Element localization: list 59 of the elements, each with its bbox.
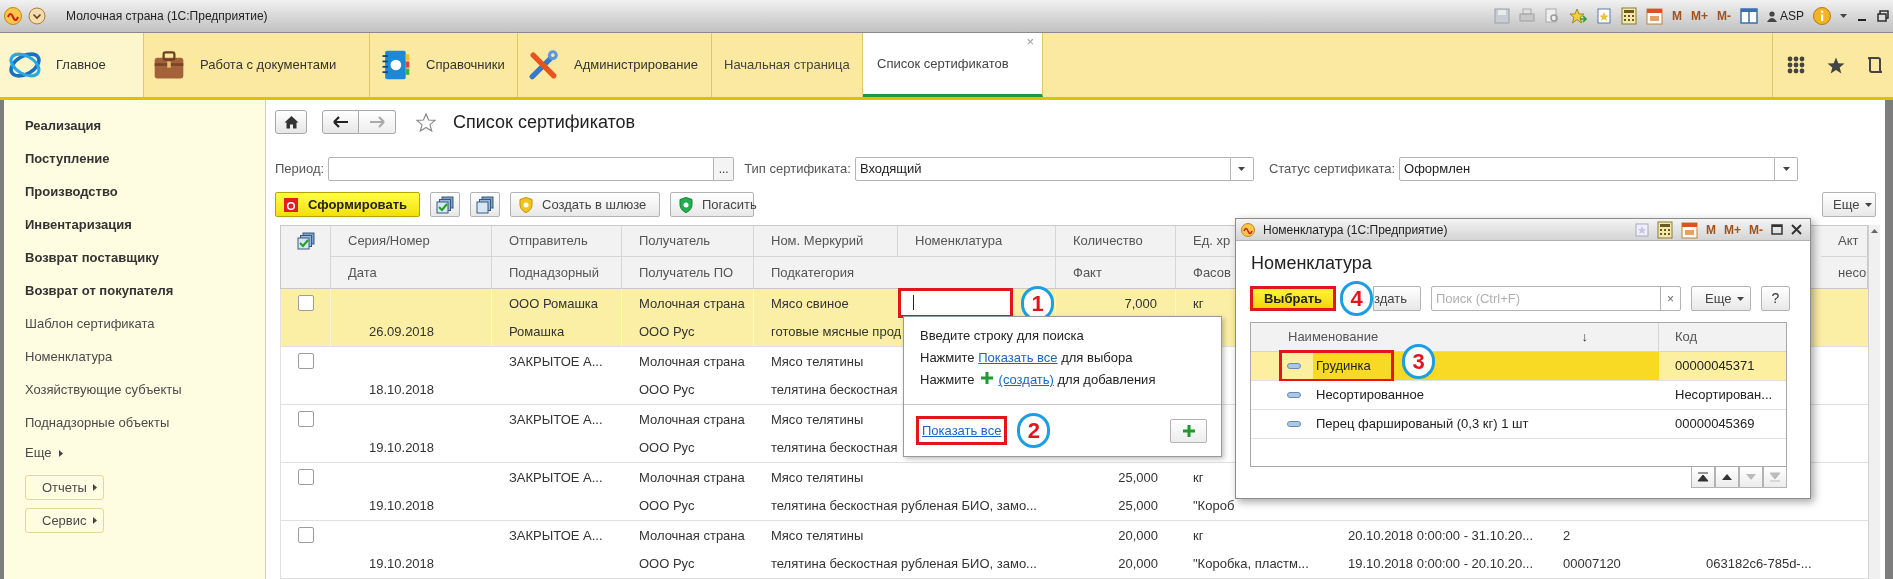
table-cell-text: ЗАКРЫТОЕ А... [509, 352, 603, 371]
table-cell-text: Молочная страна [639, 352, 745, 371]
field-label: Период: [275, 160, 325, 179]
table-cell-text: 20.10.2018 0:00:00 - 31.10.20... [1348, 526, 1534, 545]
table-cell-text: 063182c6-785d-... [1706, 555, 1812, 574]
table-cell-text: 19.10.2018 [369, 497, 435, 516]
hint-text: Нажмите Показать все для выбора [920, 349, 1133, 368]
table-cell-text: Мясо свиное [771, 294, 849, 313]
table-cell-text: 00007120 [1563, 555, 1621, 574]
table-cell-text: 19.10.2018 [369, 555, 435, 574]
step-marker: 2 [1017, 413, 1051, 448]
table-cell-text: телятина бескостная [771, 439, 898, 458]
table-cell-text: Ромашка [509, 323, 565, 342]
table-cell-text: Молочная страна [639, 526, 745, 545]
table-cell-text: кг [1193, 468, 1204, 487]
table-cell-text: ООО Рус [639, 323, 695, 342]
table-cell-text: Мясо телятины [771, 468, 864, 487]
table-cell-text: ООО Рус [639, 439, 695, 458]
table-cell-text: ООО Рус [639, 497, 695, 516]
table-cell-text: "Короб [1193, 497, 1235, 516]
table-cell-text: телятина бескостная рубленая БИО, замо... [771, 497, 1037, 516]
table-cell-text: Молочная страна [639, 410, 745, 429]
table-cell-text: телятина бескостная рубленая БИО, замо... [771, 555, 1037, 574]
table-cell-text: 18.10.2018 [369, 381, 435, 400]
table-cell-text: кг [1193, 526, 1204, 545]
table-cell-text: ООО Рус [639, 381, 695, 400]
table-cell-text: готовые мясные прод [771, 323, 902, 342]
table-cell-text: 7,000 [1124, 294, 1157, 313]
dialog-heading: Номенклатура [1250, 252, 1372, 275]
table-cell-text: 19.10.2018 0:00:00 - 20.10.20... [1348, 555, 1534, 574]
table-cell-text: ЗАКРЫТОЕ А... [509, 526, 603, 545]
table-cell-text: кг [1193, 294, 1204, 313]
table-cell-text: 20,000 [1118, 526, 1158, 545]
table-cell-text: Молочная страна [639, 294, 745, 313]
table-cell-text: Мясо телятины [771, 526, 864, 545]
step-marker: 4 [1340, 281, 1373, 316]
field-label: Тип сертификата: [744, 160, 851, 179]
table-cell-text: Молочная страна [639, 468, 745, 487]
field-label: Статус сертификата: [1268, 160, 1396, 179]
table-cell-text: Мясо телятины [771, 410, 864, 429]
form-title: Список сертификатов [453, 110, 636, 134]
table-cell-text: телятина бескостная [771, 381, 898, 400]
table-cell-text: 19.10.2018 [369, 439, 435, 458]
table-cell-text: 25,000 [1118, 468, 1158, 487]
table-cell-text: ЗАКРЫТОЕ А... [509, 468, 603, 487]
table-cell-text: 26.09.2018 [369, 323, 435, 342]
table-cell-text: Мясо телятины [771, 352, 864, 371]
window-title: Молочная страна (1С:Предприятие) [66, 8, 268, 25]
table-cell-text: "Коробка, пластм... [1193, 555, 1309, 574]
table-cell-text: 2 [1563, 526, 1571, 545]
table-cell-text: 20,000 [1118, 555, 1158, 574]
hint-text: Введите строку для поиска [920, 327, 1084, 346]
table-cell-text: ЗАКРЫТОЕ А... [509, 410, 603, 429]
hint-text: Нажмите [920, 371, 975, 390]
table-cell-text: ООО Рус [639, 555, 695, 574]
hint-text: (создать) для добавления [998, 371, 1156, 390]
table-cell-text: 25,000 [1118, 497, 1158, 516]
table-cell-text: ООО Ромашка [509, 294, 599, 313]
dialog-title: Номенклатура (1С:Предприятие) [1263, 221, 1448, 239]
